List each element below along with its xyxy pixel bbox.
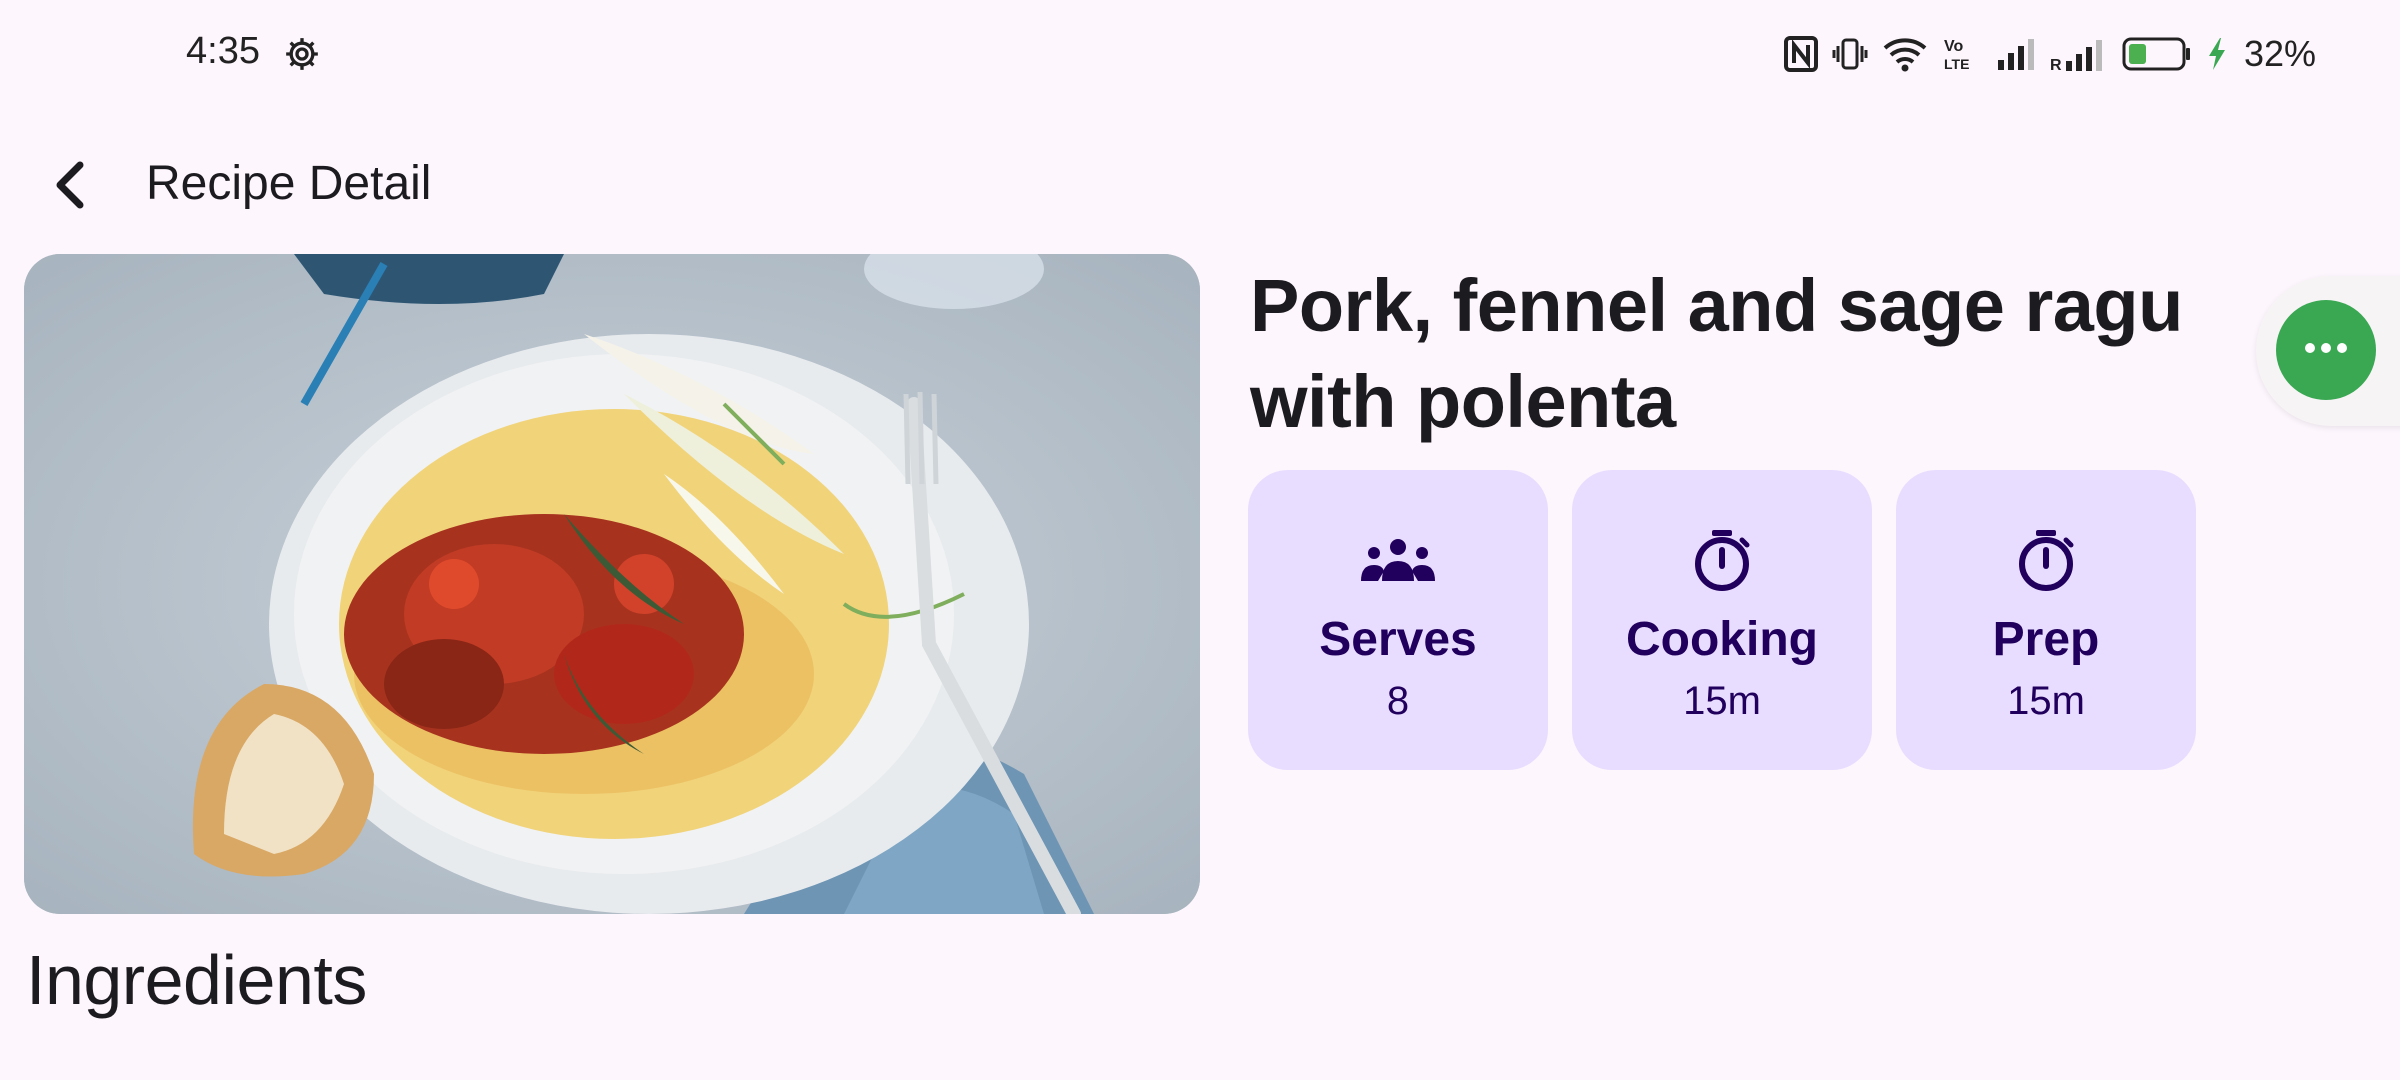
status-bar: 4:35 Vo LTE R 32% — [0, 0, 2400, 110]
svg-text:Vo: Vo — [1944, 38, 1963, 55]
cooking-card[interactable]: Cooking 15m — [1572, 470, 1872, 770]
serves-value: 8 — [1386, 679, 1410, 723]
prep-label: Prep — [1992, 613, 2100, 666]
page-title: Recipe Detail — [146, 157, 432, 210]
recipe-image — [24, 254, 1200, 914]
timer-icon — [1684, 522, 1760, 598]
nfc-icon — [1783, 36, 1818, 72]
volte-icon: Vo LTE — [1942, 35, 1982, 73]
chevron-left-icon — [48, 159, 94, 216]
charging-bolt-icon — [2206, 36, 2228, 72]
recipe-stats: Serves 8 Cooking 15m Prep 15m — [1248, 470, 2196, 770]
battery-icon — [2122, 36, 2192, 72]
vibrate-icon — [1832, 36, 1868, 72]
settings-gear-icon — [282, 34, 322, 74]
cooking-label: Cooking — [1626, 613, 1818, 666]
more-horizontal-icon — [2304, 341, 2348, 359]
svg-text:R: R — [2050, 57, 2062, 72]
recipe-title: Pork, fennel and sage ragu with polenta — [1250, 264, 2183, 443]
signal-icon — [1996, 38, 2036, 70]
status-icons: Vo LTE R 32% — [1783, 30, 2316, 78]
battery-percent: 32% — [2243, 33, 2316, 74]
prep-value: 15m — [2007, 679, 2085, 723]
roaming-signal-icon: R — [2050, 36, 2108, 72]
serves-card[interactable]: Serves 8 — [1248, 470, 1548, 770]
timer-icon — [2008, 522, 2084, 598]
prep-card[interactable]: Prep 15m — [1896, 470, 2196, 770]
top-app-bar: Recipe Detail — [0, 130, 2400, 240]
serves-label: Serves — [1319, 613, 1477, 666]
svg-text:LTE: LTE — [1944, 56, 1969, 72]
status-time: 4:35 — [186, 30, 260, 72]
ingredients-heading: Ingredients — [26, 941, 367, 1019]
cooking-value: 15m — [1683, 679, 1761, 723]
wifi-icon — [1882, 36, 1928, 72]
more-options-button[interactable] — [2276, 300, 2376, 400]
group-icon — [1360, 522, 1436, 598]
back-button[interactable] — [36, 152, 106, 222]
